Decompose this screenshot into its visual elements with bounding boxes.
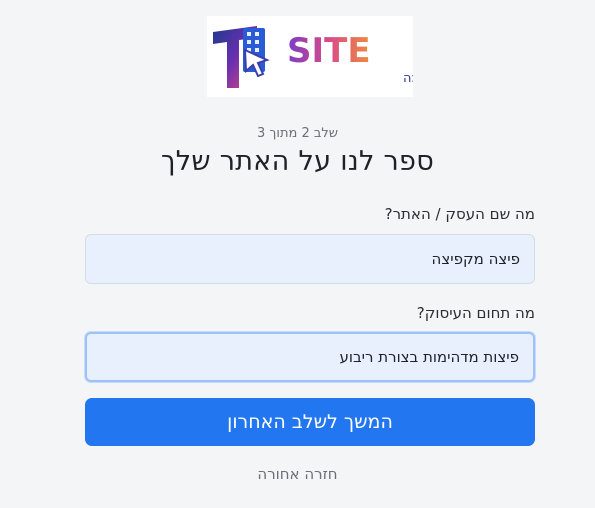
logo-tagline: בניית אתרים חכמה [403,71,413,86]
page-title: ספר לנו על האתר שלך [160,146,435,177]
back-link[interactable]: חזרה אחורה [0,465,595,483]
business-name-label: מה שם העסק / האתר? [384,205,535,223]
business-field-input[interactable] [85,332,535,382]
business-field-label: מה תחום העיסוק? [416,304,535,322]
logo-brand-text: SITE [287,31,371,71]
business-name-input[interactable] [85,234,535,284]
step-indicator: שלב 2 מתוך 3 [257,126,338,141]
logo-mark: SITE בניית אתרים חכמה [213,26,413,88]
continue-button[interactable]: המשך לשלב האחרון [85,398,535,446]
site-logo: SITE בניית אתרים חכמה [207,16,413,97]
